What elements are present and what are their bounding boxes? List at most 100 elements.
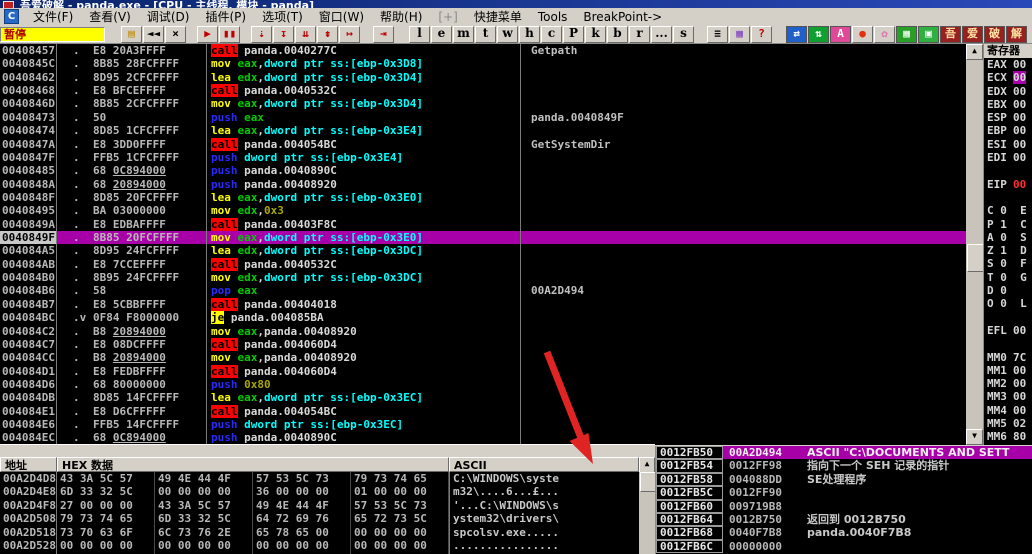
animate-over-button[interactable]: ⇟ xyxy=(317,25,338,43)
register-row[interactable] xyxy=(984,191,1032,204)
disasm-row[interactable]: 00408462. 8D95 2CFCFFFF lea edx,dword ptr … xyxy=(0,70,966,85)
disasm-row[interactable]: 004084D6. 68 80000000 push 0x80 xyxy=(0,377,966,392)
dump-vscrollbar[interactable]: ▲ xyxy=(639,457,656,554)
menu-item-shortcut-menu[interactable]: 快捷菜单 xyxy=(466,7,530,26)
window-button-windows[interactable]: w xyxy=(497,25,518,43)
window-button-breakpoints[interactable]: b xyxy=(607,25,628,43)
run-to-return-button[interactable]: ↦ xyxy=(339,25,360,43)
stack-row[interactable]: 0012FB6C 00000000 xyxy=(656,539,1032,554)
scroll-up-icon[interactable]: ▲ xyxy=(639,457,655,473)
disasm-row[interactable]: 004084E6. FFB5 14FCFFFF push dword ptr ss:… xyxy=(0,418,966,432)
window-button-log[interactable]: l xyxy=(409,25,430,43)
window-button-handles[interactable]: h xyxy=(519,25,540,43)
floppy-icon-button[interactable]: ▦ xyxy=(896,25,917,43)
stack-row[interactable]: 0012FB60 009719B8 xyxy=(656,499,1032,513)
disasm-row[interactable]: 004084CC. B8 20894000 mov eax,panda.004089… xyxy=(0,351,966,365)
stack-row[interactable]: 0012FB54 0012FF98 指向下一个 SEH 记录的指针 xyxy=(656,459,1032,473)
disasm-row[interactable]: 0040847A. E8 3DD0FFFF call panda.004054BC G… xyxy=(0,137,966,151)
window-button-run-trace[interactable]: ... xyxy=(651,25,672,43)
disasm-row[interactable]: 004084EC. 68 0C894000 push panda.0040890C xyxy=(0,431,966,445)
flower-icon-button[interactable]: ✿ xyxy=(874,25,895,43)
scroll-thumb[interactable] xyxy=(640,472,656,492)
run-to-user-code-button[interactable]: ⇥ xyxy=(373,25,394,43)
letter-a-icon-button[interactable]: A xyxy=(830,25,851,43)
disasm-row[interactable]: 004084BC .v 0F84 F8000000 je panda.004085BA xyxy=(0,311,966,325)
stack-row[interactable]: 0012FB64 0012B750 返回到 0012B750 xyxy=(656,512,1032,527)
flag-row[interactable]: A 0 S xyxy=(984,231,1032,244)
stack-row[interactable]: 0012FB68 0040F7B8 panda.0040F7B8 xyxy=(656,526,1032,540)
scroll-up-icon[interactable]: ▲ xyxy=(966,44,983,60)
breakpoint-list-button[interactable]: ≡ xyxy=(707,25,728,43)
dump-row[interactable]: 00A2D4F8 27 00 00 00 43 3A 5C 57 49 4E 44 4… xyxy=(0,498,639,513)
brand-button-po[interactable]: 破 xyxy=(984,25,1005,43)
menu-item-tools[interactable]: Tools xyxy=(530,9,576,25)
menu-item-window[interactable]: 窗口(W) xyxy=(311,7,372,26)
window-button-patches[interactable]: P xyxy=(563,25,584,43)
window-button-memory[interactable]: m xyxy=(453,25,474,43)
disassembly-vscrollbar[interactable]: ▲ ▼ xyxy=(966,44,984,445)
dump-row[interactable]: 00A2D508 79 73 74 65 6D 33 32 5C 64 72 69 7… xyxy=(0,512,639,526)
flag-row[interactable]: D 0 xyxy=(984,284,1032,297)
disasm-row[interactable]: 004084A5. 8D95 24FCFFFF lea edx,dword ptr … xyxy=(0,244,966,258)
disasm-row[interactable]: 00408495. BA 03000000 mov edx,0x3 xyxy=(0,204,966,218)
disasm-row[interactable]: 0040849F. 8B85 20FCFFFF mov eax,dword ptr … xyxy=(0,231,966,245)
disasm-row[interactable]: 004084B6. 58 pop eax 00A2D494 xyxy=(0,284,966,298)
disasm-row[interactable]: 0040848A. 68 20894000 push panda.00408920 xyxy=(0,177,966,191)
register-row[interactable]: EFL 00 xyxy=(984,324,1032,337)
register-row[interactable]: MM5 02 xyxy=(984,417,1032,430)
register-row[interactable]: MM0 7C xyxy=(984,351,1032,364)
brand-button-jie[interactable]: 解 xyxy=(1006,25,1027,43)
swap-arrows-icon-button[interactable]: ⇄ xyxy=(786,25,807,43)
register-row[interactable]: MM780 xyxy=(984,444,1032,445)
register-row[interactable]: MM2 00 xyxy=(984,377,1032,390)
menu-item-view[interactable]: 查看(V) xyxy=(81,7,139,26)
register-row[interactable]: MM4 00 xyxy=(984,404,1032,417)
disasm-row[interactable]: 0040847F. FFB5 1CFCFFFF push dword ptr ss:… xyxy=(0,150,966,165)
scroll-down-icon[interactable]: ▼ xyxy=(966,429,983,445)
brand-button-wu[interactable]: 吾 xyxy=(940,25,961,43)
window-button-executables[interactable]: e xyxy=(431,25,452,43)
register-row[interactable]: MM6 80 xyxy=(984,430,1032,443)
disasm-row[interactable]: 004084AB. E8 7CCEFFFF call panda.0040532C xyxy=(0,257,966,272)
step-into-button[interactable]: ⇣ xyxy=(251,25,272,43)
record-dot-icon-button[interactable]: ● xyxy=(852,25,873,43)
app-icon[interactable]: C xyxy=(4,9,19,24)
menu-item-breakpoint[interactable]: BreakPoint-> xyxy=(575,9,670,25)
disasm-row[interactable]: 004084E1. E8 D6CFFFFF call panda.004054BC xyxy=(0,404,966,419)
flag-row[interactable]: P 1 C xyxy=(984,218,1032,231)
disasm-row[interactable]: 00408473. 50 push eax panda.0040849F xyxy=(0,110,966,125)
stack-row[interactable]: 0012FB58 004088DD SE处理程序 xyxy=(656,472,1032,487)
register-row[interactable]: ECX 00 xyxy=(984,71,1032,85)
stack-row[interactable]: 0012FB5C 0012FF90 xyxy=(656,486,1032,500)
flag-row[interactable]: Z 1 D xyxy=(984,244,1032,257)
menu-item-plugins[interactable]: 插件(P) xyxy=(197,7,254,26)
disasm-row[interactable]: 0040845C. 8B85 28FCFFFF mov eax,dword ptr … xyxy=(0,57,966,71)
register-row[interactable]: MM1 00 xyxy=(984,364,1032,377)
open-file-button[interactable]: ▤ xyxy=(121,25,142,43)
register-row[interactable]: EAX 00 xyxy=(984,58,1032,71)
disasm-row[interactable]: 004084B7. E8 5CBBFFFF call panda.00404018 xyxy=(0,297,966,312)
dump-row[interactable]: 00A2D518 73 70 63 6F 6C 73 76 2E 65 78 65 0… xyxy=(0,525,639,539)
menu-item-options[interactable]: 选项(T) xyxy=(254,7,311,26)
menu-item-help[interactable]: 帮助(H) xyxy=(372,7,430,26)
menu-item-file[interactable]: 文件(F) xyxy=(25,7,81,26)
disasm-row[interactable]: 004084B0. 8B95 24FCFFFF mov edx,dword ptr … xyxy=(0,271,966,285)
window-button-source[interactable]: s xyxy=(673,25,694,43)
window-button-call-stack[interactable]: k xyxy=(585,25,606,43)
register-row[interactable]: MM3 00 xyxy=(984,390,1032,403)
help-button[interactable]: ? xyxy=(751,25,772,43)
dump-row[interactable]: 00A2D528 00 00 00 00 00 00 00 00 00 00 00 0… xyxy=(0,538,639,553)
menu-item-debug[interactable]: 调试(D) xyxy=(139,7,198,26)
register-row[interactable]: EBP 00 xyxy=(984,124,1032,137)
dump-row[interactable]: 00A2D4E8 6D 33 32 5C 00 00 00 00 36 00 00 0… xyxy=(0,485,639,499)
window-button-references[interactable]: r xyxy=(629,25,650,43)
register-row[interactable]: EIP 00 xyxy=(984,178,1032,191)
disasm-row[interactable]: 0040846D. 8B85 2CFCFFFF mov eax,dword ptr … xyxy=(0,97,966,111)
flag-row[interactable]: S 0 F xyxy=(984,257,1032,270)
patch-window-button[interactable]: ▦ xyxy=(729,25,750,43)
disasm-row[interactable]: 0040848F. 8D85 20FCFFFF lea eax,dword ptr … xyxy=(0,190,966,205)
monitor-icon-button[interactable]: ▣ xyxy=(918,25,939,43)
disasm-row[interactable]: 00408457. E8 20A3FFFF call panda.0040277C G… xyxy=(0,44,966,58)
register-row[interactable]: EBX 00 xyxy=(984,98,1032,111)
disasm-row[interactable]: 00408485. 68 0C894000 push panda.0040890C xyxy=(0,164,966,178)
